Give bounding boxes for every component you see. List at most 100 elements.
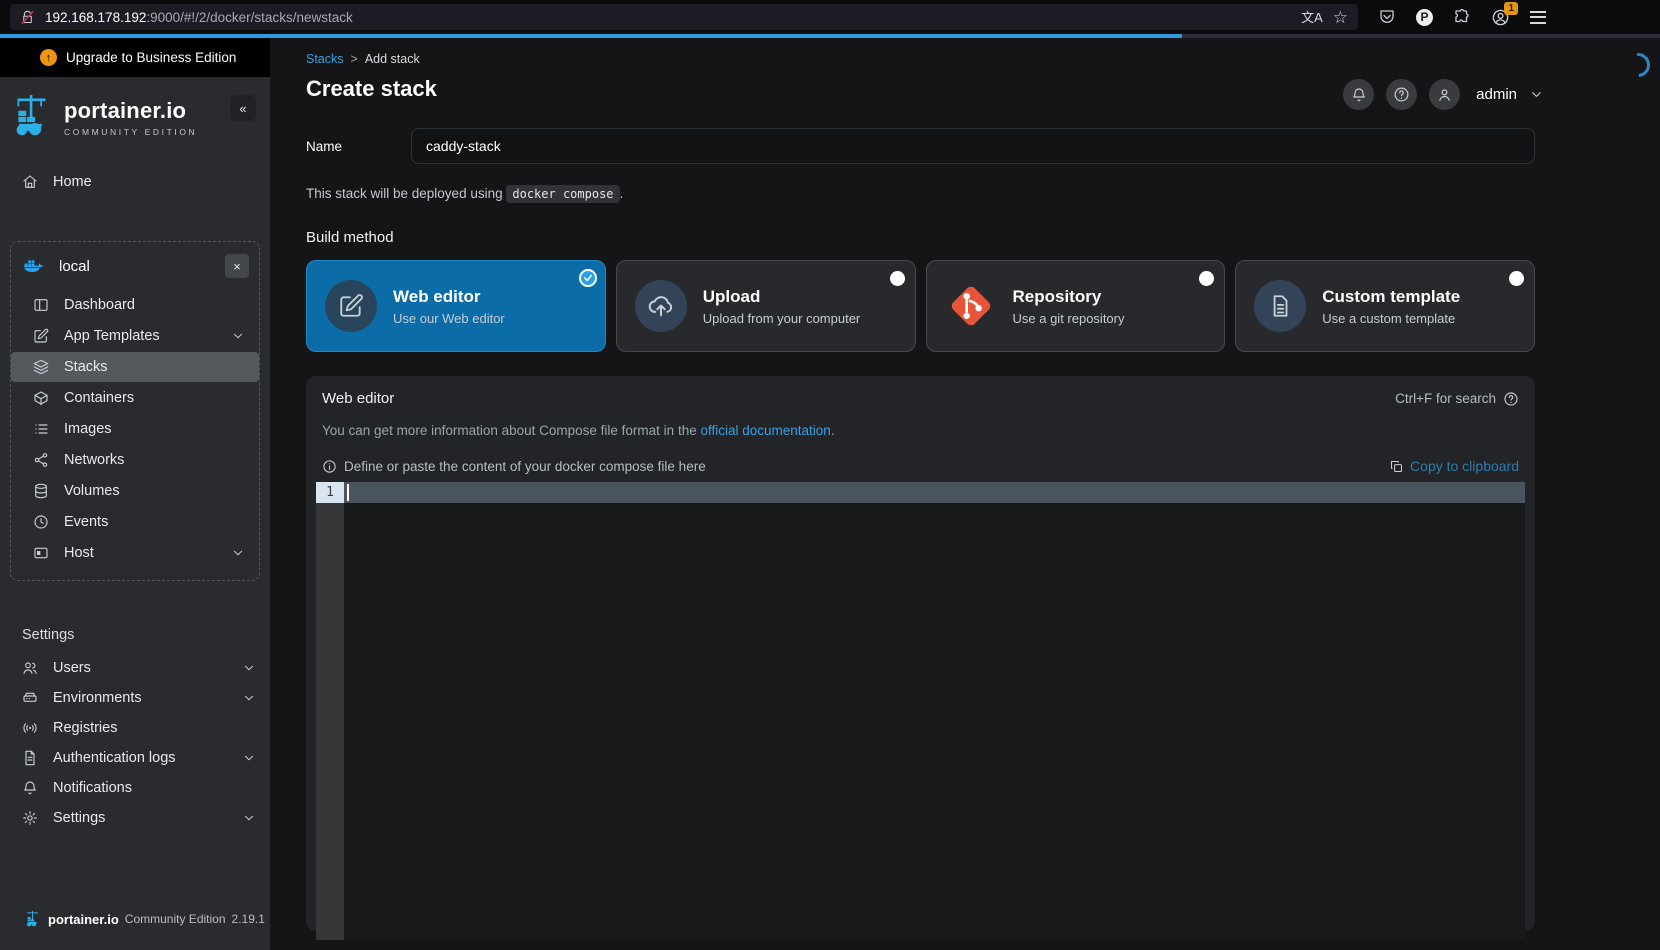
main-content: Stacks > Add stack Create stack admin Na… [270, 38, 1660, 950]
container-box-icon [33, 390, 49, 406]
git-icon [945, 280, 997, 332]
radio-unselected-icon [890, 271, 905, 286]
radio-icon [22, 720, 38, 736]
breadcrumb-stacks-link[interactable]: Stacks [306, 52, 344, 66]
list-icon [33, 421, 49, 437]
extension-p-icon[interactable]: P [1416, 9, 1433, 26]
method-card-web-editor[interactable]: Web editor Use our Web editor [306, 260, 606, 352]
editor-line-number: 1 [316, 482, 344, 503]
define-hint: Define or paste the content of your dock… [322, 459, 706, 474]
translate-icon[interactable]: 文A [1301, 11, 1323, 24]
sidebar-item-environments[interactable]: Environments [0, 683, 270, 713]
editor-cursor [347, 484, 349, 501]
user-menu-chevron-icon[interactable] [1529, 87, 1544, 102]
method-card-custom-template[interactable]: Custom template Use a custom template [1235, 260, 1535, 352]
breadcrumb-current: Add stack [365, 52, 420, 66]
network-share-icon [33, 452, 49, 468]
clock-icon [33, 514, 49, 530]
compose-info-text: You can get more information about Compo… [316, 423, 1525, 438]
help-circle-icon[interactable] [1503, 391, 1519, 407]
browser-toolbar: 192.168.178.192:9000/#!/2/docker/stacks/… [0, 0, 1660, 34]
build-method-title: Build method [306, 229, 1535, 246]
hard-drive-icon [22, 690, 38, 706]
method-card-upload[interactable]: Upload Upload from your computer [616, 260, 916, 352]
upgrade-arrow-icon: ↑ [40, 49, 57, 66]
home-icon [22, 174, 38, 190]
chevron-down-icon [242, 661, 256, 675]
database-icon [33, 483, 49, 499]
sidebar-item-volumes[interactable]: Volumes [11, 476, 259, 506]
template-file-icon [1267, 293, 1293, 319]
chevron-down-icon [242, 691, 256, 705]
version-label: 2.19.1 [232, 912, 265, 926]
insecure-lock-icon [20, 10, 35, 25]
sidebar-item-app-templates[interactable]: App Templates [11, 321, 259, 351]
sidebar-item-containers[interactable]: Containers [11, 383, 259, 413]
sidebar-item-settings[interactable]: Settings [0, 803, 270, 833]
user-avatar[interactable] [1429, 79, 1460, 110]
build-method-cards: Web editor Use our Web editor Upload Upl… [306, 260, 1535, 352]
copy-icon [1389, 459, 1404, 474]
sidebar-item-stacks[interactable]: Stacks [11, 352, 259, 382]
sidebar-item-authentication-logs[interactable]: Authentication logs [0, 743, 270, 773]
radio-unselected-icon [1199, 271, 1214, 286]
header-actions: admin [1343, 79, 1544, 110]
url-text[interactable]: 192.168.178.192:9000/#!/2/docker/stacks/… [45, 10, 353, 25]
edit-icon [33, 328, 49, 344]
sidebar-item-users[interactable]: Users [0, 653, 270, 683]
editor-active-line [316, 482, 1525, 503]
search-hint: Ctrl+F for search [1395, 391, 1519, 407]
sidebar-item-networks[interactable]: Networks [11, 445, 259, 475]
environment-box: local × Dashboard App Templates Stacks C… [10, 241, 260, 581]
official-documentation-link[interactable]: official documentation [700, 423, 830, 438]
url-bar[interactable]: 192.168.178.192:9000/#!/2/docker/stacks/… [10, 4, 1358, 30]
stack-name-input[interactable] [411, 128, 1535, 164]
gear-icon [22, 810, 38, 826]
sidebar-item-home[interactable]: Home [0, 167, 270, 197]
browser-menu-icon[interactable] [1530, 11, 1546, 24]
editor-gutter [316, 482, 344, 940]
radio-unselected-icon [1509, 271, 1524, 286]
upload-cloud-icon [647, 292, 675, 320]
docker-whale-icon [23, 256, 43, 276]
copy-to-clipboard-button[interactable]: Copy to clipboard [1389, 458, 1519, 474]
settings-section-title: Settings [0, 627, 270, 643]
environment-header[interactable]: local × [11, 246, 259, 290]
sidebar-collapse-button[interactable]: « [230, 95, 256, 121]
profile-notification-badge: 1 [1504, 2, 1518, 15]
bookmark-star-icon[interactable]: ☆ [1333, 9, 1348, 26]
sidebar-item-notifications[interactable]: Notifications [0, 773, 270, 803]
sidebar-item-dashboard[interactable]: Dashboard [11, 290, 259, 320]
browser-action-icons: P 1 [1378, 8, 1546, 27]
upgrade-banner[interactable]: ↑ Upgrade to Business Edition [0, 38, 270, 77]
portainer-logo-icon [14, 93, 56, 139]
method-card-repository[interactable]: Repository Use a git repository [926, 260, 1226, 352]
sidebar-item-images[interactable]: Images [11, 414, 259, 444]
brand-edition: COMMUNITY EDITION [64, 127, 197, 137]
environment-close-icon[interactable]: × [225, 254, 249, 278]
sidebar-item-events[interactable]: Events [11, 507, 259, 537]
sidebar-footer: portainer.io Community Edition 2.19.1 [0, 910, 270, 950]
portainer-footer-logo-icon [26, 910, 42, 928]
brand-name: portainer.io [64, 98, 197, 124]
chevron-down-icon [231, 546, 245, 560]
extensions-puzzle-icon[interactable] [1453, 8, 1471, 26]
pocket-icon[interactable] [1378, 8, 1396, 26]
stacks-icon [33, 359, 49, 375]
chevron-down-icon [242, 811, 256, 825]
info-icon [322, 459, 337, 474]
environment-name: local [59, 258, 90, 275]
user-name[interactable]: admin [1476, 86, 1517, 103]
portainer-brand: portainer.io COMMUNITY EDITION « [0, 77, 270, 153]
name-label: Name [306, 139, 411, 154]
notifications-bell-button[interactable] [1343, 79, 1374, 110]
breadcrumb: Stacks > Add stack [270, 38, 1660, 66]
help-button[interactable] [1386, 79, 1417, 110]
sidebar-item-host[interactable]: Host [11, 538, 259, 568]
web-editor-panel: Web editor Ctrl+F for search You can get… [306, 376, 1535, 931]
panel-title: Web editor [322, 390, 394, 407]
sidebar-item-registries[interactable]: Registries [0, 713, 270, 743]
code-editor[interactable]: 1 [316, 482, 1525, 940]
file-text-icon [22, 750, 38, 766]
browser-profile-icon[interactable]: 1 [1491, 8, 1510, 27]
